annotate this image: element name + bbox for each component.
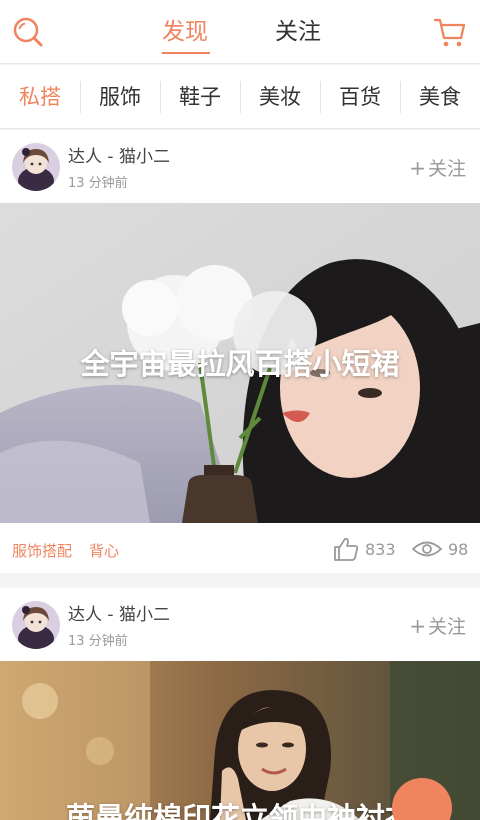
category-sida[interactable]: 私搭 <box>0 81 80 113</box>
active-tab-indicator <box>162 52 210 54</box>
post-footer: 服饰搭配 背心 833 98 <box>0 523 480 573</box>
thumbs-up-icon <box>334 537 359 561</box>
cart-icon[interactable] <box>432 14 468 50</box>
post-author-row: 达人 - 猫小二 13 分钟前 + 关注 <box>0 588 480 661</box>
category-food[interactable]: 美食 <box>400 80 480 113</box>
post-tag[interactable]: 背心 <box>89 540 119 561</box>
category-general-goods[interactable]: 百货 <box>320 80 400 113</box>
plus-icon: + <box>409 614 426 638</box>
category-makeup[interactable]: 美妆 <box>240 80 320 113</box>
author-name[interactable]: 达人 - 猫小二 <box>68 600 170 625</box>
top-header: 发现 关注 <box>0 0 480 64</box>
follow-button[interactable]: + 关注 <box>409 154 466 181</box>
eye-icon <box>412 541 442 557</box>
like-button[interactable]: 833 <box>333 536 396 562</box>
post-card[interactable]: 达人 - 猫小二 13 分钟前 + 关注 <box>0 130 480 573</box>
author-name[interactable]: 达人 - 猫小二 <box>68 142 170 167</box>
tab-discover[interactable]: 发现 <box>162 16 208 48</box>
app-root: 发现 关注 私搭 服饰 鞋子 美妆 百货 美食 达人 - 猫小二 13 分钟前 … <box>0 0 480 820</box>
post-photo[interactable]: 全宇宙最拉风百搭小短裙 <box>0 203 480 523</box>
avatar[interactable] <box>12 143 60 191</box>
category-shoes[interactable]: 鞋子 <box>160 80 240 113</box>
category-bar: 私搭 服饰 鞋子 美妆 百货 美食 <box>0 65 480 129</box>
follow-button[interactable]: + 关注 <box>409 612 466 639</box>
view-count: 98 <box>448 539 469 559</box>
follow-label: 关注 <box>427 158 466 180</box>
avatar[interactable] <box>12 601 60 649</box>
post-time: 13 分钟前 <box>68 634 128 649</box>
plus-icon: + <box>409 156 426 180</box>
post-title: 全宇宙最拉风百搭小短裙 <box>80 347 400 381</box>
post-tag[interactable]: 服饰搭配 <box>12 540 72 561</box>
post-time: 13 分钟前 <box>68 176 128 191</box>
follow-label: 关注 <box>427 616 466 638</box>
search-icon[interactable] <box>10 14 46 50</box>
tab-following[interactable]: 关注 <box>275 16 321 48</box>
category-clothing[interactable]: 服饰 <box>80 80 160 113</box>
post-author-row: 达人 - 猫小二 13 分钟前 + 关注 <box>0 130 480 203</box>
view-count-indicator: 98 <box>412 536 468 562</box>
like-count: 833 <box>365 539 396 559</box>
